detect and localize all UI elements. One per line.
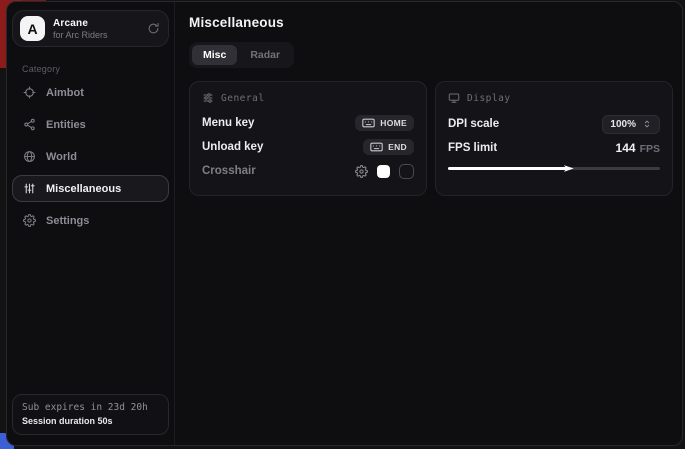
- fps-limit-number: 144: [616, 141, 636, 155]
- sidebar-nav: Aimbot Entities World: [12, 79, 169, 234]
- keyboard-icon: [362, 118, 375, 128]
- crosshair-controls: [355, 164, 414, 179]
- display-card-header: Display: [448, 92, 660, 104]
- session-duration: Session duration 50s: [22, 416, 159, 426]
- unload-key-bind-button[interactable]: END: [363, 139, 414, 155]
- page-title: Miscellaneous: [189, 15, 673, 30]
- tab-misc[interactable]: Misc: [192, 45, 237, 65]
- crosshair-settings-gear-icon[interactable]: [355, 165, 368, 178]
- fps-limit-row: FPS limit 144 FPS: [448, 137, 660, 159]
- sidebar-item-entities[interactable]: Entities: [12, 111, 169, 138]
- general-card-header: General: [202, 92, 414, 104]
- fps-limit-value: 144 FPS: [616, 141, 660, 155]
- dpi-scale-select[interactable]: 100%: [602, 115, 660, 134]
- app-subtitle: for Arc Riders: [53, 30, 108, 40]
- sidebar-item-world[interactable]: World: [12, 143, 169, 170]
- sidebar-item-settings[interactable]: Settings: [12, 207, 169, 234]
- crosshair-enabled-checkbox[interactable]: [399, 164, 414, 179]
- display-card-title: Display: [467, 93, 511, 104]
- monitor-icon: [448, 92, 460, 104]
- general-card: General Menu key HOME Unload key: [189, 81, 427, 196]
- unload-key-label: Unload key: [202, 141, 263, 153]
- category-label: Category: [22, 64, 169, 74]
- app-window: A Arcane for Arc Riders Category Aimbot: [6, 1, 683, 446]
- globe-icon: [23, 150, 36, 163]
- general-card-title: General: [221, 93, 265, 104]
- fps-slider-fill: [448, 167, 567, 170]
- tab-radar[interactable]: Radar: [239, 45, 291, 65]
- app-logo-avatar: A: [20, 16, 45, 41]
- crosshair-color-swatch[interactable]: [377, 165, 390, 178]
- crosshair-label: Crosshair: [202, 165, 256, 177]
- crosshair-row: Crosshair: [202, 159, 414, 183]
- fps-limit-slider[interactable]: [448, 163, 660, 174]
- tab-bar: Misc Radar: [189, 42, 294, 68]
- app-logo-card: A Arcane for Arc Riders: [12, 10, 169, 47]
- chevrons-up-down-icon: [642, 119, 652, 129]
- subscription-card: Sub expires in 23d 20h Session duration …: [12, 394, 169, 435]
- sidebar-item-label: Miscellaneous: [46, 183, 121, 195]
- display-card: Display DPI scale 100% FPS limit: [435, 81, 673, 196]
- menu-key-value: HOME: [380, 118, 407, 128]
- sidebar-item-label: Aimbot: [46, 87, 84, 99]
- fps-limit-unit: FPS: [640, 143, 660, 155]
- sidebar-item-label: World: [46, 151, 77, 163]
- dpi-scale-label: DPI scale: [448, 118, 499, 130]
- app-name: Arcane: [53, 18, 108, 29]
- crosshair-icon: [23, 86, 36, 99]
- sliders-horizontal-icon: [202, 92, 214, 104]
- sidebar-item-aimbot[interactable]: Aimbot: [12, 79, 169, 106]
- unload-key-row: Unload key END: [202, 135, 414, 159]
- menu-key-bind-button[interactable]: HOME: [355, 115, 414, 131]
- refresh-icon[interactable]: [147, 22, 160, 35]
- menu-key-row: Menu key HOME: [202, 111, 414, 135]
- sidebar: A Arcane for Arc Riders Category Aimbot: [7, 2, 175, 445]
- dpi-scale-row: DPI scale 100%: [448, 111, 660, 137]
- cards-row: General Menu key HOME Unload key: [189, 81, 673, 196]
- unload-key-value: END: [388, 142, 407, 152]
- gear-icon: [23, 214, 36, 227]
- subscription-expiry: Sub expires in 23d 20h: [22, 402, 159, 413]
- keyboard-icon: [370, 142, 383, 152]
- dpi-scale-value: 100%: [610, 119, 636, 130]
- main-panel: Miscellaneous Misc Radar General: [175, 2, 683, 445]
- sidebar-item-miscellaneous[interactable]: Miscellaneous: [12, 175, 169, 202]
- sidebar-item-label: Entities: [46, 119, 86, 131]
- menu-key-label: Menu key: [202, 117, 254, 129]
- fps-limit-label: FPS limit: [448, 142, 497, 154]
- share-network-icon: [23, 118, 36, 131]
- app-logo-text: Arcane for Arc Riders: [53, 18, 108, 40]
- sidebar-item-label: Settings: [46, 215, 89, 227]
- faders-icon: [23, 182, 36, 195]
